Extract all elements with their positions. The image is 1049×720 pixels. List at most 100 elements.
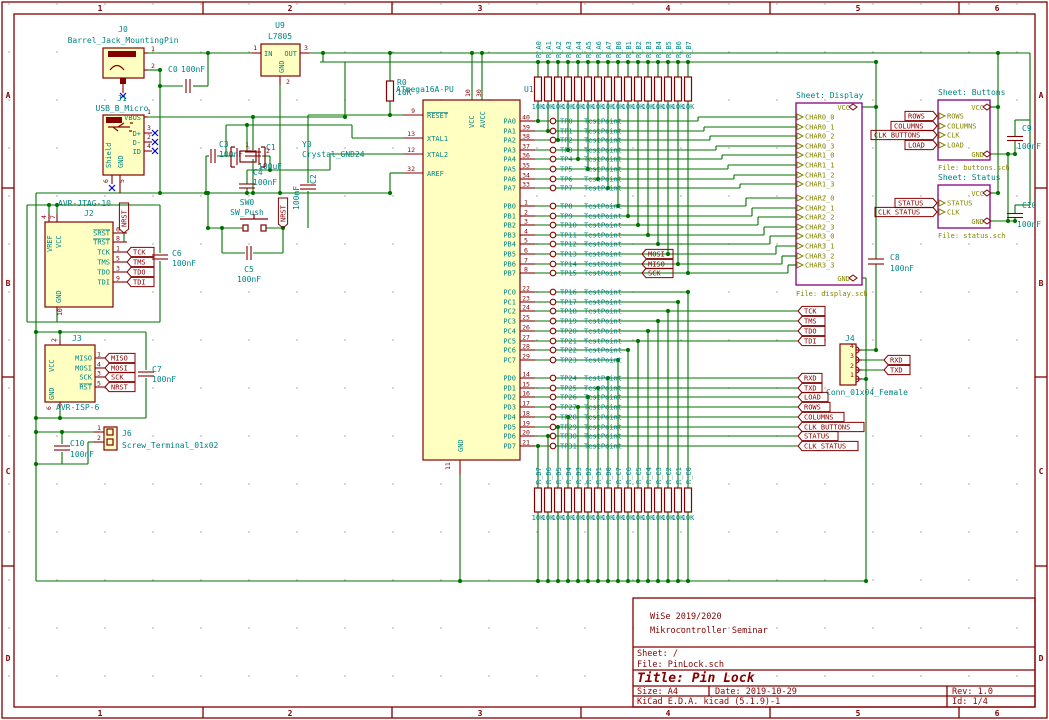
value-U9[interactable]: L7805 [268, 32, 292, 41]
pin-name[interactable]: XTAL1 [427, 135, 448, 143]
pin-name[interactable]: SCK [79, 374, 92, 382]
pin-num[interactable]: 13 [407, 130, 415, 138]
pin-name[interactable]: PB2 [503, 222, 516, 230]
testpoint-pad[interactable] [550, 213, 556, 219]
frame-col-label[interactable]: 3 [478, 4, 483, 13]
pin-name[interactable]: PD5 [503, 424, 516, 432]
hier-label-NRST-text[interactable]: NRST [280, 204, 288, 222]
frame-col-label[interactable]: 2 [288, 4, 293, 13]
titleblock-sheet[interactable]: Sheet: / [637, 649, 678, 659]
testpoint-pad[interactable] [550, 308, 556, 314]
ref-resistor[interactable]: R_C2 [665, 467, 673, 484]
pin-name[interactable]: PA0 [503, 118, 516, 126]
sheet-display-file[interactable]: File: display.sch [796, 290, 868, 298]
pin-num[interactable]: 4 [524, 228, 528, 236]
testpoint-ref[interactable]: TP20 [560, 328, 577, 336]
sheet-pin[interactable]: CHAR0_2 [805, 133, 835, 141]
ref-resistor[interactable]: R_C0 [685, 467, 693, 484]
hier-label-jtag-text[interactable]: TCK [804, 308, 817, 316]
testpoint-value[interactable]: TestPoint [584, 385, 622, 393]
pin-num[interactable]: 3 [116, 265, 120, 273]
component-R_C4[interactable] [645, 488, 652, 512]
hier-label-buttons-text[interactable]: CLK_BUTTONS [874, 132, 920, 140]
testpoint-pad[interactable] [550, 375, 556, 381]
testpoint-ref[interactable]: TP0 [560, 118, 573, 126]
value-resistor[interactable]: 10K [682, 103, 695, 111]
testpoint-ref[interactable]: TP8 [560, 203, 573, 211]
pin-name[interactable]: PD2 [503, 394, 516, 402]
pin-name[interactable]: VBUS [124, 114, 141, 122]
hier-label-pd-text[interactable]: CLK_BUTTONS [804, 424, 850, 432]
component-R_C5[interactable] [635, 488, 642, 512]
ref-J3[interactable]: J3 [72, 334, 82, 343]
hier-label[interactable]: MOSI [105, 363, 135, 372]
hier-label-buttons[interactable]: ROWS [905, 111, 937, 120]
testpoint-ref[interactable]: TP16 [560, 289, 577, 297]
pin-name[interactable]: PC5 [503, 338, 516, 346]
pin-name[interactable]: TRST [93, 239, 111, 247]
testpoint-pad[interactable] [550, 443, 556, 449]
hier-label-pd-text[interactable]: ROWS [804, 404, 821, 412]
component-R_D7[interactable] [535, 488, 542, 512]
pin-name[interactable]: PC0 [503, 289, 516, 297]
component-R_B2[interactable] [635, 77, 642, 101]
pin-name[interactable]: VCC [55, 235, 63, 248]
testpoint-value[interactable]: TestPoint [584, 251, 622, 259]
pin-name[interactable]: MISO [75, 355, 92, 363]
titleblock-date[interactable]: Date: 2019-10-29 [715, 687, 797, 697]
hier-label-jtag-text[interactable]: TDO [804, 328, 817, 336]
testpoint-ref[interactable]: TP1 [560, 128, 573, 136]
testpoint-ref[interactable]: TP23 [560, 357, 577, 365]
pin-name[interactable]: PA6 [503, 176, 516, 184]
ref-resistor[interactable]: R_B0 [615, 41, 623, 58]
pin-num[interactable]: 30 [475, 89, 483, 97]
testpoint-pad[interactable] [550, 328, 556, 334]
sheet-pin[interactable]: VCC [971, 104, 984, 112]
frame-row-label[interactable]: B [6, 279, 11, 288]
testpoint-pad[interactable] [550, 414, 556, 420]
pin-name[interactable]: GND [117, 155, 125, 168]
ref-J1[interactable]: J1 [117, 94, 127, 103]
pin-num[interactable]: 27 [522, 334, 530, 342]
pin-name[interactable]: PB4 [503, 241, 516, 249]
hier-label-rxd[interactable]: RXD [884, 355, 910, 364]
hier-label-status[interactable]: STATUS [895, 198, 937, 207]
hier-label-spi-text[interactable]: MISO [648, 261, 665, 269]
hier-label[interactable]: SCK [105, 372, 135, 381]
titleblock-org1[interactable]: WiSe 2019/2020 [650, 612, 722, 622]
pin-num[interactable]: 37 [522, 143, 530, 151]
pin-num[interactable]: 5 [97, 380, 101, 388]
testpoint-ref[interactable]: TP15 [560, 270, 577, 278]
pin-name[interactable]: VCC [468, 115, 476, 128]
testpoint-value[interactable]: TestPoint [584, 213, 622, 221]
pin-num[interactable]: 2 [286, 78, 290, 86]
titleblock-tool[interactable]: KiCad E.D.A. kicad (5.1.9)-1 [637, 697, 780, 707]
sheet-pin[interactable]: GND [971, 218, 984, 226]
testpoint-value[interactable]: TestPoint [584, 261, 622, 269]
pin-num[interactable]: 25 [522, 314, 530, 322]
sheet-display-name[interactable]: Sheet: Display [796, 91, 864, 100]
pin-num[interactable]: 5 [118, 179, 126, 183]
value-C8[interactable]: 100nF [890, 264, 914, 273]
pin-num[interactable]: 3 [850, 352, 854, 360]
testpoint-value[interactable]: TestPoint [584, 222, 622, 230]
pin-name[interactable]: TDI [97, 279, 110, 287]
testpoint-value[interactable]: TestPoint [584, 318, 622, 326]
component-R_C3[interactable] [655, 488, 662, 512]
value-J3[interactable]: AVR-ISP-6 [56, 403, 100, 412]
pin-name[interactable]: PC3 [503, 318, 516, 326]
ref-C10[interactable]: C10 [1022, 201, 1037, 210]
pin-name[interactable]: PB0 [503, 203, 516, 211]
hier-label-pd-text[interactable]: RXD [804, 375, 817, 383]
pin-num[interactable]: 20 [522, 429, 530, 437]
sheet-pin[interactable]: CHAR2_0 [805, 195, 835, 203]
testpoint-pad[interactable] [550, 394, 556, 400]
testpoint-pad[interactable] [550, 176, 556, 182]
pin-name[interactable]: PB7 [503, 270, 516, 278]
pin-name[interactable]: PD3 [503, 404, 516, 412]
hier-label-spi-text[interactable]: MOSI [648, 251, 665, 259]
frame-row-label[interactable]: B [1039, 279, 1044, 288]
testpoint-value[interactable]: TestPoint [584, 347, 622, 355]
value-C5[interactable]: 100nF [237, 275, 261, 284]
frame-row-label[interactable]: A [6, 91, 11, 100]
